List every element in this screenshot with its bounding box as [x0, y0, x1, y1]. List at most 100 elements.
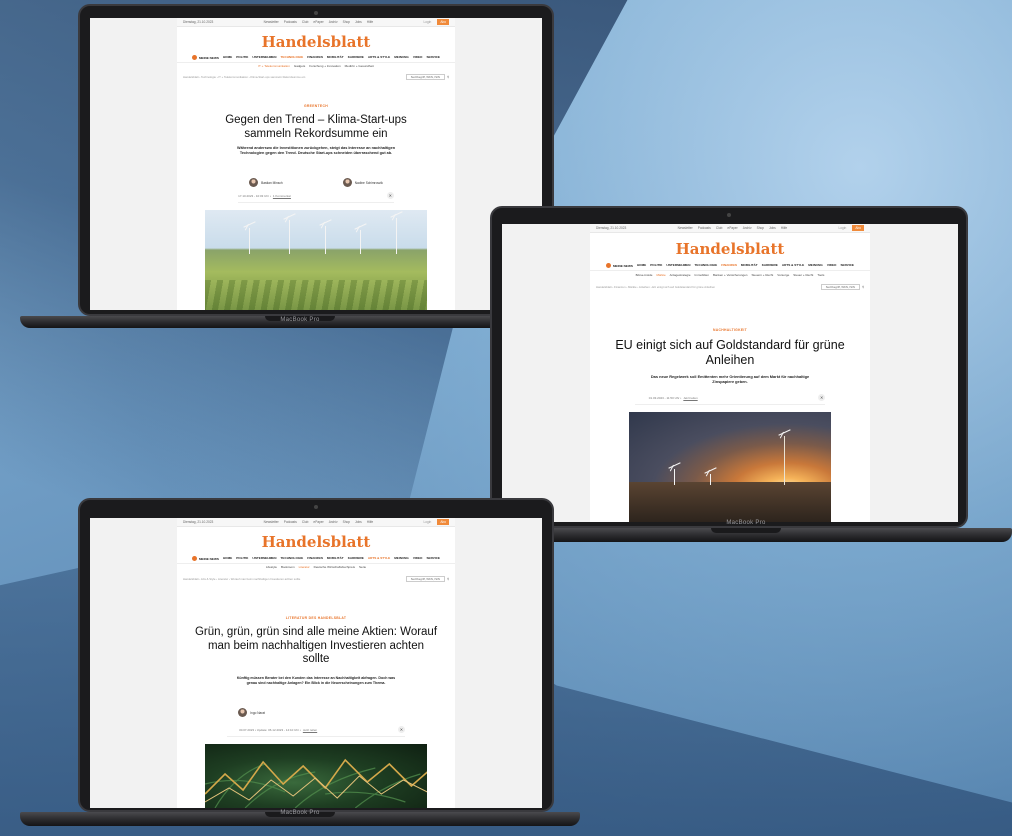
- top-link[interactable]: Club: [302, 520, 309, 524]
- subnav-item[interactable]: Gadgets: [294, 64, 305, 68]
- search-icon[interactable]: ⚲: [447, 577, 449, 581]
- nav-item[interactable]: MOBILITÄT: [327, 55, 344, 60]
- nav-item[interactable]: UNTERNEHMEN: [252, 55, 276, 60]
- nav-item[interactable]: TECHNOLOGIE: [281, 556, 304, 561]
- top-link[interactable]: Newsletter: [264, 520, 279, 524]
- nav-item[interactable]: UNTERNEHMEN: [666, 263, 690, 268]
- top-link[interactable]: ePaper: [727, 226, 737, 230]
- subnav-item[interactable]: Börse-Inside: [636, 273, 653, 277]
- subnav-item[interactable]: Medizin + Gesundheit: [345, 64, 374, 68]
- nav-item[interactable]: VIDEO: [413, 55, 423, 60]
- nav-item[interactable]: UNTERNEHMEN: [252, 556, 276, 561]
- top-link[interactable]: Jobs: [769, 226, 776, 230]
- nav-item[interactable]: MEINUNG: [394, 55, 409, 60]
- nav-item[interactable]: MOBILITÄT: [327, 556, 344, 561]
- nav-item[interactable]: POLITIK: [236, 556, 248, 561]
- nav-item[interactable]: TECHNOLOGIE: [695, 263, 718, 268]
- search-field[interactable]: Suchbegriff, WKN, ISIN ⚲: [405, 576, 449, 582]
- top-link[interactable]: Shop: [343, 20, 350, 24]
- top-link[interactable]: Newsletter: [678, 226, 693, 230]
- subnav-item-active[interactable]: Märkte: [656, 273, 665, 277]
- nav-item-active[interactable]: TECHNOLOGIE: [281, 55, 304, 60]
- nav-item[interactable]: HOME: [223, 556, 232, 561]
- nav-item-active[interactable]: ARTS & STYLE: [368, 556, 390, 561]
- nav-item[interactable]: MEINUNG: [808, 263, 823, 268]
- share-icon[interactable]: ✕: [818, 394, 826, 401]
- search-field[interactable]: Suchbegriff, WKN, ISIN ⚲: [405, 74, 449, 80]
- my-news-button[interactable]: MEINE NEWS: [191, 55, 219, 60]
- nav-item[interactable]: POLITIK: [650, 263, 662, 268]
- nav-item-active[interactable]: FINANZEN: [721, 263, 737, 268]
- top-link[interactable]: Hilfe: [367, 520, 373, 524]
- my-news-button[interactable]: MEINE NEWS: [605, 263, 633, 268]
- subnav-item[interactable]: Serie: [359, 565, 366, 569]
- comment-link[interactable]: 1 Kommentar: [273, 194, 291, 198]
- share-link[interactable]: Jetzt teilen: [303, 728, 317, 732]
- my-news-button[interactable]: MEINE NEWS: [191, 556, 219, 561]
- top-link[interactable]: Hilfe: [367, 20, 373, 24]
- login-link[interactable]: Login: [839, 226, 847, 230]
- subnav-item[interactable]: Bookroom: [281, 565, 295, 569]
- top-link[interactable]: Newsletter: [264, 20, 279, 24]
- subnav-item[interactable]: Deutsche Wirtschaftsbuchpreis: [314, 565, 355, 569]
- top-link[interactable]: ePaper: [313, 520, 323, 524]
- nav-item[interactable]: SERVICE: [840, 263, 854, 268]
- subnav-item[interactable]: Steuer + Recht: [793, 273, 813, 277]
- top-link[interactable]: Archiv: [329, 20, 338, 24]
- top-link[interactable]: ePaper: [313, 20, 323, 24]
- login-link[interactable]: Login: [424, 20, 432, 24]
- top-link[interactable]: Shop: [757, 226, 764, 230]
- subnav-item[interactable]: Steuern + Recht: [751, 273, 773, 277]
- top-link[interactable]: Jobs: [355, 20, 362, 24]
- nav-item[interactable]: MOBILITÄT: [741, 263, 758, 268]
- top-link[interactable]: Hilfe: [781, 226, 787, 230]
- nav-item[interactable]: VIDEO: [827, 263, 837, 268]
- subnav-item-active[interactable]: IT + Telekommunikation: [258, 64, 290, 68]
- nav-item[interactable]: ARTS & STYLE: [782, 263, 804, 268]
- site-logo[interactable]: Handelsblatt: [590, 240, 870, 258]
- author[interactable]: Ingo Narat: [238, 708, 265, 717]
- site-logo[interactable]: Handelsblatt: [177, 533, 455, 551]
- subnav-item[interactable]: Anlagestrategie: [670, 273, 691, 277]
- nav-item[interactable]: FINANZEN: [307, 556, 323, 561]
- abo-button[interactable]: Abo: [437, 19, 449, 25]
- top-link[interactable]: Shop: [343, 520, 350, 524]
- nav-item[interactable]: POLITIK: [236, 55, 248, 60]
- search-icon[interactable]: ⚲: [447, 75, 449, 79]
- share-icon[interactable]: ✕: [397, 726, 405, 733]
- nav-item[interactable]: KARRIERE: [762, 263, 778, 268]
- top-link[interactable]: Archiv: [329, 520, 338, 524]
- nav-item[interactable]: SERVICE: [426, 55, 440, 60]
- subnav-item[interactable]: Forschung + Innovation: [309, 64, 340, 68]
- subnav-item[interactable]: Vorsorge: [777, 273, 789, 277]
- nav-item[interactable]: HOME: [223, 55, 232, 60]
- abo-button[interactable]: Abo: [852, 225, 864, 231]
- login-link[interactable]: Login: [424, 520, 432, 524]
- nav-item[interactable]: MEINUNG: [394, 556, 409, 561]
- author[interactable]: Nadine Schimroszik: [342, 178, 383, 187]
- search-field[interactable]: Suchbegriff, WKN, ISIN ⚲: [820, 284, 864, 290]
- top-link[interactable]: Club: [302, 20, 309, 24]
- subnav-item[interactable]: Banken + Versicherungen: [713, 273, 747, 277]
- top-link[interactable]: Club: [716, 226, 723, 230]
- top-link[interactable]: Jobs: [355, 520, 362, 524]
- top-link[interactable]: Podcasts: [698, 226, 711, 230]
- subnav-item[interactable]: Immobilien: [695, 273, 710, 277]
- nav-item[interactable]: SERVICE: [426, 556, 440, 561]
- subnav-item[interactable]: Tools: [817, 273, 824, 277]
- site-logo[interactable]: Handelsblatt: [177, 33, 455, 51]
- subnav-item[interactable]: Lifestyle: [266, 565, 277, 569]
- nav-item[interactable]: KARRIERE: [348, 55, 364, 60]
- abo-button[interactable]: Abo: [437, 519, 449, 525]
- subnav-item-active[interactable]: Literatur: [299, 565, 310, 569]
- top-link[interactable]: Podcasts: [284, 520, 297, 524]
- nav-item[interactable]: VIDEO: [413, 556, 423, 561]
- search-icon[interactable]: ⚲: [862, 285, 864, 289]
- author[interactable]: Bastian Minsch: [249, 178, 283, 187]
- top-link[interactable]: Archiv: [743, 226, 752, 230]
- share-link[interactable]: Jetzt teilen: [683, 396, 697, 400]
- nav-item[interactable]: KARRIERE: [348, 556, 364, 561]
- share-icon[interactable]: ✕: [386, 192, 394, 199]
- top-link[interactable]: Podcasts: [284, 20, 297, 24]
- nav-item[interactable]: ARTS & STYLE: [368, 55, 390, 60]
